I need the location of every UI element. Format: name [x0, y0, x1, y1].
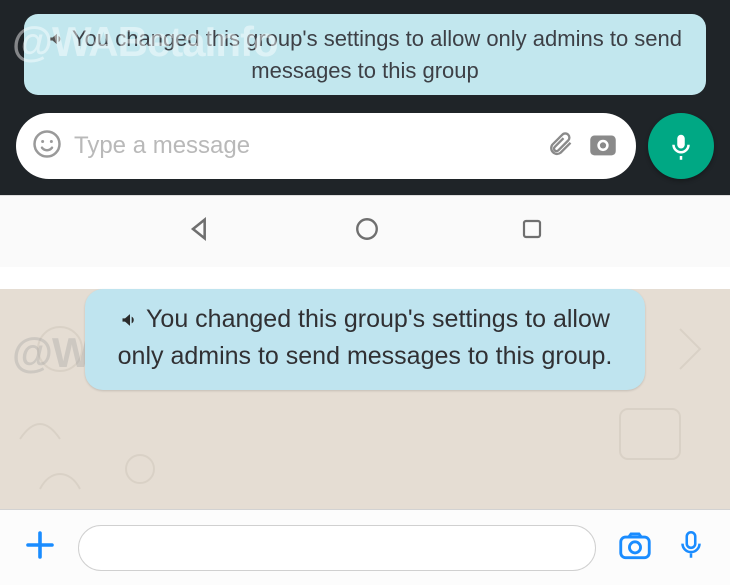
android-nav-bar — [0, 195, 730, 267]
camera-icon[interactable] — [616, 526, 654, 569]
message-input[interactable] — [78, 525, 596, 571]
android-chat-area: @WABetaInfo You changed this group's set… — [0, 0, 730, 195]
add-button[interactable] — [22, 527, 58, 568]
nav-recent-icon[interactable] — [520, 217, 544, 246]
message-input-row: Type a message — [16, 113, 714, 179]
ios-chat-area: @WABetaInfo You changed this group's set… — [0, 289, 730, 509]
microphone-icon[interactable] — [674, 528, 708, 567]
nav-back-icon[interactable] — [186, 215, 214, 248]
attachment-icon[interactable] — [546, 130, 574, 163]
ios-input-bar — [0, 509, 730, 585]
system-message-bubble: You changed this group's settings to all… — [85, 289, 645, 390]
message-placeholder: Type a message — [74, 132, 534, 160]
system-message-bubble: You changed this group's settings to all… — [24, 14, 706, 95]
system-message-text: You changed this group's settings to all… — [118, 305, 613, 370]
message-input[interactable]: Type a message — [16, 113, 636, 179]
microphone-icon — [666, 131, 696, 161]
system-message-text: You changed this group's settings to all… — [72, 26, 682, 83]
emoji-icon[interactable] — [32, 129, 62, 164]
nav-home-icon[interactable] — [354, 216, 380, 247]
voice-record-button[interactable] — [648, 113, 714, 179]
camera-icon[interactable] — [586, 127, 620, 166]
megaphone-icon — [48, 26, 66, 56]
megaphone-icon — [120, 306, 140, 340]
